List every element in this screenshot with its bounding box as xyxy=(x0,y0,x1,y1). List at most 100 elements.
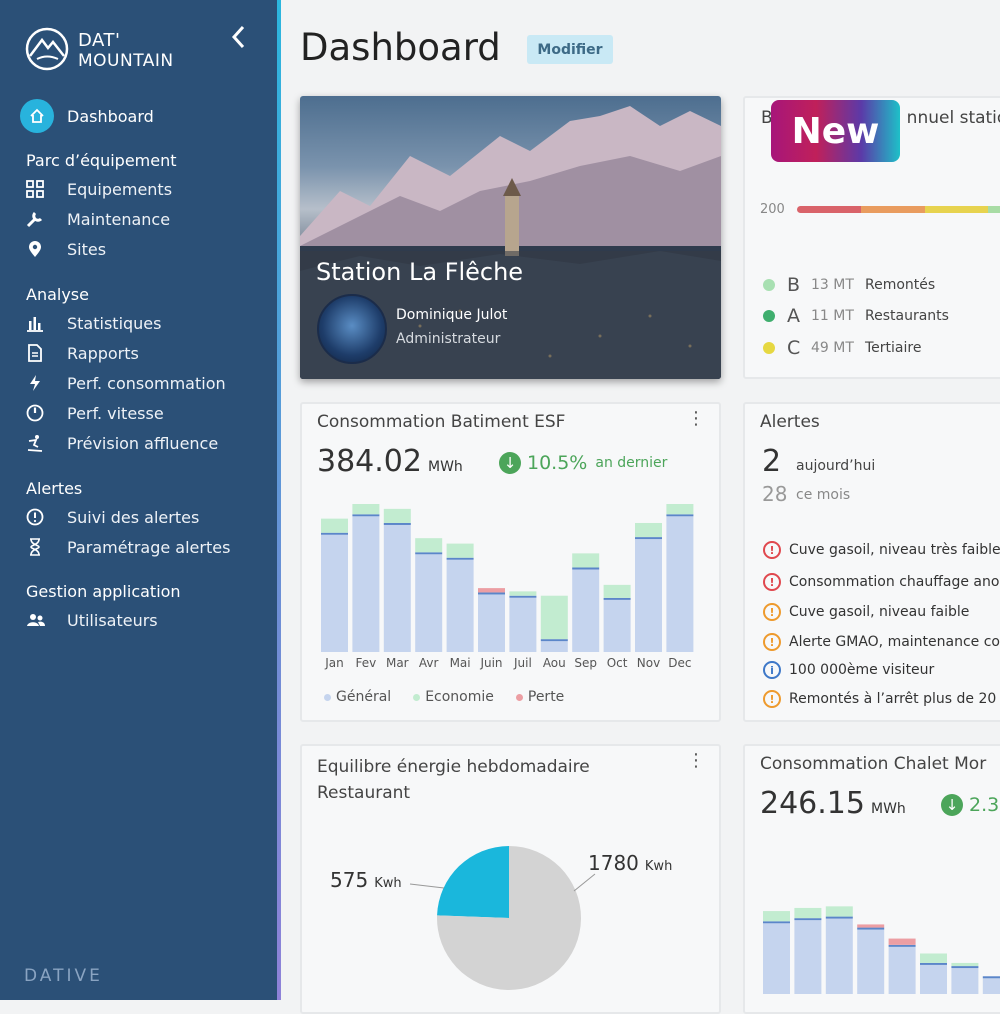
bar-economie-Avr[interactable] xyxy=(415,538,443,553)
chalet-trend: ↓ 2.3 xyxy=(941,794,999,816)
station-name: Station La Flêche xyxy=(316,258,524,286)
modify-button[interactable]: Modifier xyxy=(527,35,613,64)
bar-economie-Mar[interactable] xyxy=(383,508,411,523)
bar-general-Oct[interactable] xyxy=(603,599,631,652)
legend-label: Perte xyxy=(527,689,565,705)
bar-general-Aou[interactable] xyxy=(540,641,568,652)
bar-economie-Mai[interactable] xyxy=(446,543,474,558)
bar-economie-Juil[interactable] xyxy=(509,591,537,596)
bar-general-Mar[interactable] xyxy=(825,918,853,994)
alerts-card: Alertes 2 aujourd’hui 28 ce mois ! Cuve g… xyxy=(743,402,1000,722)
alert-item[interactable]: ! Cuve gasoil, niveau faible xyxy=(763,603,969,621)
bar-general-Mar[interactable] xyxy=(383,524,411,652)
bar-perte-Avr[interactable] xyxy=(857,924,885,928)
sidebar-item-perf-consommation[interactable]: Perf. consommation xyxy=(26,373,226,393)
bar-economie-Oct[interactable] xyxy=(603,584,631,598)
alerts-today-label: aujourd’hui xyxy=(796,458,876,474)
sidebar-item-parametrage-alertes[interactable]: Paramétrage alertes xyxy=(26,537,230,557)
bar-general-Jan[interactable] xyxy=(763,923,790,994)
x-tick-Mar: Mar xyxy=(386,656,409,670)
sidebar-item-suivi-alertes[interactable]: Suivi des alertes xyxy=(26,507,199,527)
bar-economie-Dec[interactable] xyxy=(666,504,694,515)
bar-marker-Mar xyxy=(383,522,411,525)
bar-marker-Fev xyxy=(352,514,380,517)
bar-chart-icon xyxy=(26,313,48,333)
bar-marker-Avr xyxy=(415,552,443,555)
bar-economie-Juil[interactable] xyxy=(951,962,979,967)
bar-economie-Fev[interactable] xyxy=(352,504,380,515)
bar-economie-Nov[interactable] xyxy=(635,522,662,538)
sidebar-item-equipements[interactable]: Equipements xyxy=(26,179,172,199)
progress-segment-0 xyxy=(797,206,861,213)
bar-general-Juil[interactable] xyxy=(509,597,537,652)
section-title-parc: Parc d’équipement xyxy=(26,151,177,170)
bar-perte-Juin[interactable] xyxy=(478,588,505,593)
bar-economie-Jan[interactable] xyxy=(763,911,790,922)
sidebar-item-perf-vitesse[interactable]: Perf. vitesse xyxy=(26,403,164,423)
logo-text: DAT' MOUNTAIN xyxy=(78,31,174,72)
bar-general-Dec[interactable] xyxy=(666,516,694,652)
legend-dot xyxy=(324,693,331,701)
bar-general-Fev[interactable] xyxy=(794,920,822,994)
info-icon: i xyxy=(763,661,781,679)
legend-value: 13 MT xyxy=(811,277,854,293)
user-role: Administrateur xyxy=(396,331,501,347)
bar-economie-Jan[interactable] xyxy=(321,518,348,533)
breakdown-progress-bar xyxy=(797,206,1000,213)
bar-general-Avr[interactable] xyxy=(857,929,885,994)
consumption-card: Consommation Batiment ESF ⋮ 384.02 MWh ↓ … xyxy=(300,402,721,722)
bar-economie-Sep[interactable] xyxy=(572,553,600,568)
bar-economie-Mar[interactable] xyxy=(825,906,853,917)
bar-perte-Mai[interactable] xyxy=(888,938,916,945)
bar-general-Sep[interactable] xyxy=(572,569,600,652)
sidebar-item-maintenance[interactable]: Maintenance xyxy=(26,209,170,229)
chalet-number: 246.15 xyxy=(760,786,865,821)
bar-marker-Jan xyxy=(321,532,348,535)
brand-footer: DATIVE xyxy=(24,966,103,986)
legend-dot xyxy=(763,279,775,291)
sidebar-item-utilisateurs[interactable]: Utilisateurs xyxy=(26,610,158,630)
bar-economie-Aou[interactable] xyxy=(540,595,568,640)
alert-item[interactable]: ! Alerte GMAO, maintenance co xyxy=(763,633,1000,651)
alerts-month-count: 28 xyxy=(762,482,788,506)
bar-general-Fev[interactable] xyxy=(352,516,380,652)
avatar[interactable] xyxy=(317,294,387,364)
bar-marker-Aou xyxy=(982,976,1000,979)
x-tick-Dec: Dec xyxy=(668,656,691,670)
chalet-bar-chart xyxy=(763,906,1000,994)
bar-general-Juil[interactable] xyxy=(951,968,979,994)
bar-general-Avr[interactable] xyxy=(415,554,443,652)
more-options-icon[interactable]: ⋮ xyxy=(687,410,705,428)
sidebar-item-label: Rapports xyxy=(67,343,139,363)
bar-general-Juin[interactable] xyxy=(920,964,947,994)
collapse-sidebar-button[interactable] xyxy=(230,24,246,55)
consumption-bar-chart: Jan Fev Mar Avr Mai Juin Juil Aou Sep Oct Nov Dec xyxy=(321,504,694,670)
bar-economie-Juin[interactable] xyxy=(920,953,947,963)
alert-item[interactable]: ! Cuve gasoil, niveau très faible xyxy=(763,541,1000,559)
bar-marker-Mai xyxy=(446,557,474,560)
alert-item[interactable]: i 100 000ème visiteur xyxy=(763,661,934,679)
alert-item[interactable]: ! Consommation chauffage ano xyxy=(763,573,999,591)
sidebar-item-rapports[interactable]: Rapports xyxy=(26,343,139,363)
bar-economie-Fev[interactable] xyxy=(794,907,822,919)
alert-item[interactable]: ! Remontés à l’arrêt plus de 20 f xyxy=(763,690,1000,708)
app-logo[interactable]: DAT' MOUNTAIN xyxy=(24,26,174,76)
sidebar-item-label: Utilisateurs xyxy=(67,610,158,630)
sidebar-item-dashboard[interactable]: Dashboard xyxy=(20,99,154,133)
x-tick-Juin: Juin xyxy=(479,656,502,670)
x-tick-Fev: Fev xyxy=(356,656,377,670)
sidebar-item-statistiques[interactable]: Statistiques xyxy=(26,313,161,333)
bar-general-Mai[interactable] xyxy=(446,559,474,652)
sidebar-item-prevision-affluence[interactable]: Prévision affluence xyxy=(26,433,218,453)
pie-slice-0[interactable] xyxy=(437,846,509,918)
bar-general-Juin[interactable] xyxy=(478,594,505,652)
station-card[interactable]: Station La Flêche Dominique Julot Admini… xyxy=(300,96,721,379)
sidebar-item-sites[interactable]: Sites xyxy=(26,239,106,259)
bar-general-Aou[interactable] xyxy=(982,978,1000,994)
bar-general-Mai[interactable] xyxy=(888,946,916,994)
pie-label-leader-1 xyxy=(573,873,596,892)
sidebar-item-label: Equipements xyxy=(67,179,173,199)
bar-general-Nov[interactable] xyxy=(635,539,662,652)
bar-general-Jan[interactable] xyxy=(321,534,348,652)
page-title: Dashboard xyxy=(300,26,501,69)
